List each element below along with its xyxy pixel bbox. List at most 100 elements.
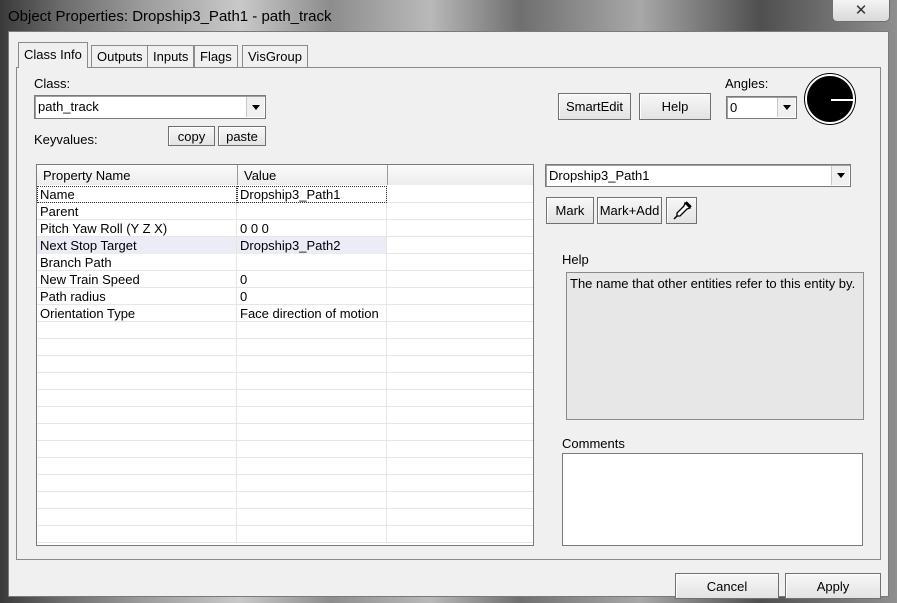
table-row[interactable]: Parent bbox=[37, 203, 533, 220]
table-row[interactable] bbox=[37, 322, 533, 339]
property-value-cell[interactable] bbox=[237, 356, 387, 373]
paste-button[interactable]: paste bbox=[218, 126, 266, 146]
property-name-cell[interactable] bbox=[37, 339, 237, 356]
property-value-cell[interactable]: Dropship3_Path2 bbox=[237, 237, 387, 254]
smartedit-button[interactable]: SmartEdit bbox=[558, 93, 631, 120]
property-name-cell[interactable] bbox=[37, 424, 237, 441]
property-name-cell[interactable]: Path radius bbox=[37, 288, 237, 305]
table-row[interactable] bbox=[37, 441, 533, 458]
close-button[interactable]: ✕ bbox=[832, 0, 890, 22]
property-value-cell[interactable] bbox=[237, 424, 387, 441]
angles-combo[interactable]: 0 bbox=[726, 96, 797, 119]
chevron-down-icon[interactable] bbox=[246, 97, 264, 117]
tab-outputs[interactable]: Outputs bbox=[91, 45, 149, 67]
property-name-cell[interactable]: Pitch Yaw Roll (Y Z X) bbox=[37, 220, 237, 237]
property-value-cell[interactable] bbox=[237, 509, 387, 526]
table-row[interactable] bbox=[37, 526, 533, 543]
table-row[interactable]: Name Dropship3_Path1 bbox=[37, 186, 533, 203]
property-value-cell[interactable]: 0 bbox=[237, 271, 387, 288]
table-row[interactable] bbox=[37, 475, 533, 492]
property-value-cell[interactable]: Dropship3_Path1 bbox=[237, 186, 387, 203]
target-name-combo[interactable]: Dropship3_Path1 bbox=[545, 164, 851, 187]
property-value-cell[interactable]: 0 bbox=[237, 288, 387, 305]
tab-visgroup[interactable]: VisGroup bbox=[242, 45, 308, 67]
property-name-cell[interactable]: Next Stop Target bbox=[37, 237, 237, 254]
table-row[interactable] bbox=[37, 407, 533, 424]
table-row[interactable] bbox=[37, 339, 533, 356]
help-text-box: The name that other entities refer to th… bbox=[566, 272, 864, 420]
property-name-cell[interactable] bbox=[37, 526, 237, 543]
table-row[interactable] bbox=[37, 373, 533, 390]
property-name-cell[interactable]: Orientation Type bbox=[37, 305, 237, 322]
tab-label: Outputs bbox=[97, 49, 143, 64]
keyvalues-label: Keyvalues: bbox=[34, 132, 98, 147]
close-icon: ✕ bbox=[854, 2, 868, 19]
property-value-cell[interactable] bbox=[237, 322, 387, 339]
table-row[interactable] bbox=[37, 458, 533, 475]
property-value-cell[interactable] bbox=[237, 475, 387, 492]
compass-direction-indicator bbox=[831, 99, 854, 101]
class-combo[interactable]: path_track bbox=[34, 95, 266, 119]
chevron-down-icon[interactable] bbox=[777, 98, 795, 117]
property-value-cell[interactable] bbox=[237, 203, 387, 220]
property-value-cell[interactable] bbox=[237, 492, 387, 509]
property-value-cell[interactable] bbox=[237, 407, 387, 424]
comments-textarea[interactable] bbox=[562, 453, 863, 546]
column-header-value[interactable]: Value bbox=[238, 165, 388, 185]
table-row[interactable] bbox=[37, 356, 533, 373]
eyedropper-button[interactable] bbox=[666, 197, 697, 224]
property-name-cell[interactable]: Parent bbox=[37, 203, 237, 220]
cancel-button[interactable]: Cancel bbox=[675, 573, 779, 599]
comments-label: Comments bbox=[562, 436, 625, 451]
property-value-cell[interactable] bbox=[237, 390, 387, 407]
grid-header: Property Name Value bbox=[37, 165, 533, 185]
property-name-cell[interactable] bbox=[37, 390, 237, 407]
property-value-cell[interactable] bbox=[237, 339, 387, 356]
apply-button[interactable]: Apply bbox=[785, 573, 881, 599]
property-value-cell[interactable] bbox=[237, 254, 387, 271]
table-row[interactable] bbox=[37, 390, 533, 407]
angles-compass-dial[interactable] bbox=[805, 74, 855, 124]
column-header-property-name[interactable]: Property Name bbox=[37, 165, 238, 185]
property-name-cell[interactable] bbox=[37, 458, 237, 475]
tab-inputs[interactable]: Inputs bbox=[147, 45, 195, 67]
property-value-cell[interactable] bbox=[237, 441, 387, 458]
mark-add-button[interactable]: Mark+Add bbox=[597, 197, 662, 224]
property-name-cell[interactable] bbox=[37, 441, 237, 458]
property-name-cell[interactable] bbox=[37, 322, 237, 339]
class-value: path_track bbox=[38, 99, 99, 114]
chevron-down-icon[interactable] bbox=[831, 166, 849, 185]
property-name-cell[interactable] bbox=[37, 356, 237, 373]
mark-button[interactable]: Mark bbox=[546, 197, 594, 224]
property-name-cell[interactable]: Branch Path bbox=[37, 254, 237, 271]
property-name-cell[interactable] bbox=[37, 373, 237, 390]
property-name-cell[interactable] bbox=[37, 509, 237, 526]
property-value-cell[interactable] bbox=[237, 458, 387, 475]
property-name-cell[interactable] bbox=[37, 475, 237, 492]
table-row[interactable]: Pitch Yaw Roll (Y Z X) 0 0 0 bbox=[37, 220, 533, 237]
property-value-cell[interactable]: 0 0 0 bbox=[237, 220, 387, 237]
dialog-client-area: Class Info Outputs Inputs Flags VisGroup… bbox=[8, 31, 889, 599]
table-row[interactable] bbox=[37, 509, 533, 526]
property-value-cell[interactable] bbox=[237, 526, 387, 543]
property-value-cell[interactable]: Face direction of motion bbox=[237, 305, 387, 322]
table-row[interactable] bbox=[37, 424, 533, 441]
property-name-cell[interactable] bbox=[37, 492, 237, 509]
table-row[interactable]: Path radius 0 bbox=[37, 288, 533, 305]
angles-label: Angles: bbox=[725, 76, 769, 91]
table-row[interactable]: Branch Path bbox=[37, 254, 533, 271]
property-value-cell[interactable] bbox=[237, 373, 387, 390]
property-name-cell[interactable]: Name bbox=[37, 186, 237, 203]
property-name-cell[interactable] bbox=[37, 407, 237, 424]
target-name-value: Dropship3_Path1 bbox=[549, 168, 650, 183]
help-button[interactable]: Help bbox=[639, 93, 711, 120]
table-row[interactable]: Orientation Type Face direction of motion bbox=[37, 305, 533, 322]
table-row[interactable]: Next Stop Target Dropship3_Path2 bbox=[37, 237, 533, 254]
tab-class-info[interactable]: Class Info bbox=[18, 42, 88, 68]
table-row[interactable] bbox=[37, 492, 533, 509]
tab-flags[interactable]: Flags bbox=[194, 45, 238, 67]
table-row[interactable]: New Train Speed 0 bbox=[37, 271, 533, 288]
copy-button[interactable]: copy bbox=[168, 126, 215, 146]
property-name-cell[interactable]: New Train Speed bbox=[37, 271, 237, 288]
eyedropper-icon bbox=[672, 200, 692, 220]
